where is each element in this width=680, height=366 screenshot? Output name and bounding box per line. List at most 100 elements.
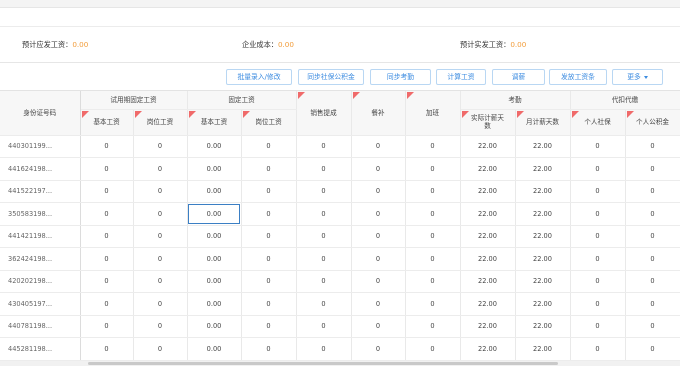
fixed-post-pay-cell[interactable]: 0	[241, 247, 297, 271]
monthly-pay-days-cell[interactable]: 22.00	[515, 135, 571, 158]
probation-post-pay-cell[interactable]: 0	[133, 247, 188, 271]
personal-social-cell[interactable]: 0	[570, 270, 626, 293]
overtime-cell[interactable]: 0	[405, 337, 461, 361]
sales-commission-cell[interactable]: 0	[296, 337, 352, 361]
fixed-post-pay-cell[interactable]: 0	[241, 157, 297, 181]
table-row[interactable]: 440781198... 0 0 0.00 0 0 0 0 22.00 22.00 0 0	[0, 315, 680, 338]
personal-fund-cell[interactable]: 0	[625, 337, 680, 361]
sales-commission-cell[interactable]: 0	[296, 315, 352, 338]
table-row[interactable]: 441421198... 0 0 0.00 0 0 0 0 22.00 22.00 0 0	[0, 225, 680, 248]
table-row[interactable]: 362424198... 0 0 0.00 0 0 0 0 22.00 22.00 0 0	[0, 247, 680, 271]
fixed-post-pay-cell[interactable]: 0	[241, 135, 297, 158]
monthly-pay-days-cell[interactable]: 22.00	[515, 202, 571, 226]
overtime-cell[interactable]: 0	[405, 202, 461, 226]
horizontal-scrollbar[interactable]	[0, 361, 680, 366]
col-personal-social[interactable]: 个人社保	[570, 109, 626, 136]
personal-social-cell[interactable]: 0	[570, 247, 626, 271]
sales-commission-cell[interactable]: 0	[296, 247, 352, 271]
fixed-post-pay-cell[interactable]: 0	[241, 180, 297, 203]
meal-allowance-cell[interactable]: 0	[351, 315, 406, 338]
actual-pay-days-cell[interactable]: 22.00	[460, 247, 516, 271]
probation-base-pay-cell[interactable]: 0	[80, 247, 134, 271]
monthly-pay-days-cell[interactable]: 22.00	[515, 247, 571, 271]
probation-post-pay-cell[interactable]: 0	[133, 157, 188, 181]
personal-fund-cell[interactable]: 0	[625, 225, 680, 248]
sync-social-fund-button[interactable]: 同步社保公积金	[298, 69, 364, 85]
monthly-pay-days-cell[interactable]: 22.00	[515, 315, 571, 338]
col-actual-pay-days[interactable]: 实际计薪天数	[460, 109, 516, 136]
probation-post-pay-cell[interactable]: 0	[133, 180, 188, 203]
col-sales-commission[interactable]: 销售提成	[296, 91, 352, 136]
personal-social-cell[interactable]: 0	[570, 225, 626, 248]
id-number-cell[interactable]: 441522197...	[0, 180, 81, 203]
sales-commission-cell[interactable]: 0	[296, 135, 352, 158]
probation-base-pay-cell[interactable]: 0	[80, 270, 134, 293]
fixed-base-pay-cell[interactable]: 0.00	[187, 270, 242, 293]
id-number-cell[interactable]: 362424198...	[0, 247, 81, 271]
actual-pay-days-cell[interactable]: 22.00	[460, 270, 516, 293]
meal-allowance-cell[interactable]: 0	[351, 292, 406, 316]
personal-fund-cell[interactable]: 0	[625, 270, 680, 293]
probation-base-pay-cell[interactable]: 0	[80, 135, 134, 158]
scrollbar-thumb[interactable]	[88, 362, 558, 365]
meal-allowance-cell[interactable]: 0	[351, 270, 406, 293]
sales-commission-cell[interactable]: 0	[296, 270, 352, 293]
monthly-pay-days-cell[interactable]: 22.00	[515, 337, 571, 361]
personal-fund-cell[interactable]: 0	[625, 157, 680, 181]
fixed-base-pay-cell[interactable]: 0.00	[187, 337, 242, 361]
overtime-cell[interactable]: 0	[405, 270, 461, 293]
sync-attendance-button[interactable]: 同步考勤	[370, 69, 431, 85]
personal-fund-cell[interactable]: 0	[625, 202, 680, 226]
monthly-pay-days-cell[interactable]: 22.00	[515, 292, 571, 316]
probation-base-pay-cell[interactable]: 0	[80, 202, 134, 226]
id-number-cell[interactable]: 440301199...	[0, 135, 81, 158]
id-number-cell[interactable]: 441624198...	[0, 157, 81, 181]
personal-social-cell[interactable]: 0	[570, 180, 626, 203]
actual-pay-days-cell[interactable]: 22.00	[460, 225, 516, 248]
meal-allowance-cell[interactable]: 0	[351, 135, 406, 158]
fixed-base-pay-cell[interactable]: 0.00	[187, 225, 242, 248]
sales-commission-cell[interactable]: 0	[296, 292, 352, 316]
personal-fund-cell[interactable]: 0	[625, 135, 680, 158]
sales-commission-cell[interactable]: 0	[296, 202, 352, 226]
overtime-cell[interactable]: 0	[405, 135, 461, 158]
meal-allowance-cell[interactable]: 0	[351, 157, 406, 181]
col-meal-allowance[interactable]: 餐补	[351, 91, 406, 136]
personal-social-cell[interactable]: 0	[570, 315, 626, 338]
overtime-cell[interactable]: 0	[405, 292, 461, 316]
meal-allowance-cell[interactable]: 0	[351, 337, 406, 361]
overtime-cell[interactable]: 0	[405, 157, 461, 181]
actual-pay-days-cell[interactable]: 22.00	[460, 337, 516, 361]
fixed-base-pay-cell[interactable]: 0.00	[187, 180, 242, 203]
fixed-base-pay-cell[interactable]: 0.00	[187, 157, 242, 181]
sales-commission-cell[interactable]: 0	[296, 180, 352, 203]
col-probation-base-pay[interactable]: 基本工资	[80, 109, 134, 136]
col-probation-post-pay[interactable]: 岗位工资	[133, 109, 188, 136]
overtime-cell[interactable]: 0	[405, 315, 461, 338]
actual-pay-days-cell[interactable]: 22.00	[460, 292, 516, 316]
table-row[interactable]: 441522197... 0 0 0.00 0 0 0 0 22.00 22.00 0 0	[0, 180, 680, 203]
table-row[interactable]: 445281198... 0 0 0.00 0 0 0 0 22.00 22.00 0 0	[0, 337, 680, 361]
probation-base-pay-cell[interactable]: 0	[80, 225, 134, 248]
meal-allowance-cell[interactable]: 0	[351, 180, 406, 203]
col-fixed-base-pay[interactable]: 基本工资	[187, 109, 242, 136]
fixed-post-pay-cell[interactable]: 0	[241, 337, 297, 361]
probation-base-pay-cell[interactable]: 0	[80, 315, 134, 338]
fixed-post-pay-cell[interactable]: 0	[241, 202, 297, 226]
overtime-cell[interactable]: 0	[405, 180, 461, 203]
id-number-cell[interactable]: 430405197...	[0, 292, 81, 316]
overtime-cell[interactable]: 0	[405, 225, 461, 248]
fixed-base-pay-cell[interactable]: 0.00	[187, 202, 242, 226]
personal-social-cell[interactable]: 0	[570, 135, 626, 158]
sales-commission-cell[interactable]: 0	[296, 157, 352, 181]
personal-fund-cell[interactable]: 0	[625, 247, 680, 271]
fixed-base-pay-cell[interactable]: 0.00	[187, 315, 242, 338]
col-fixed-post-pay[interactable]: 岗位工资	[241, 109, 297, 136]
send-payslip-button[interactable]: 发放工资条	[549, 69, 607, 85]
actual-pay-days-cell[interactable]: 22.00	[460, 180, 516, 203]
col-monthly-pay-days[interactable]: 月计薪天数	[515, 109, 571, 136]
adjust-pay-button[interactable]: 调薪	[492, 69, 545, 85]
id-number-cell[interactable]: 441421198...	[0, 225, 81, 248]
probation-post-pay-cell[interactable]: 0	[133, 292, 188, 316]
personal-social-cell[interactable]: 0	[570, 337, 626, 361]
